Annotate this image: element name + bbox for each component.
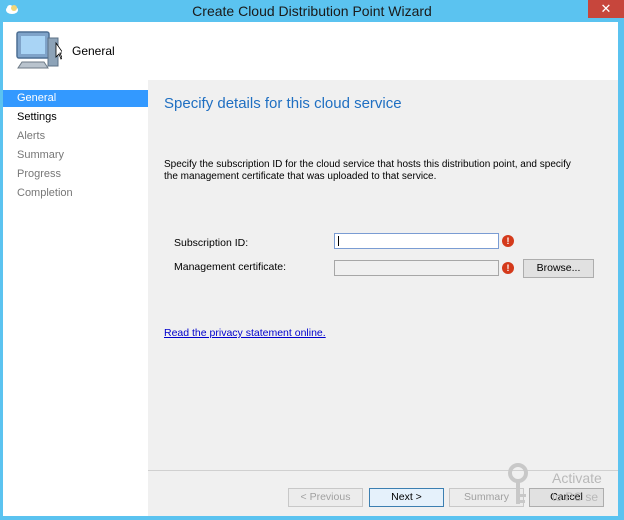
management-certificate-label: Management certificate:	[174, 261, 287, 273]
wizard-window: Create Cloud Distribution Point Wizard ✕…	[0, 0, 624, 520]
browse-button[interactable]: Browse...	[523, 259, 594, 278]
nav-item-summary: Summary	[17, 149, 65, 161]
nav-item-general[interactable]: General	[3, 90, 148, 107]
wizard-content: Specify details for this cloud service S…	[148, 80, 618, 516]
subscription-id-input[interactable]	[334, 233, 499, 249]
footer-divider	[148, 470, 618, 471]
activation-watermark-title: Activate	[552, 470, 602, 486]
next-button[interactable]: Next >	[369, 488, 444, 507]
page-heading: Specify details for this cloud service	[164, 95, 402, 112]
computer-monitor-icon	[16, 31, 62, 69]
close-icon: ✕	[600, 1, 612, 16]
previous-button[interactable]: < Previous	[288, 488, 363, 507]
privacy-statement-link[interactable]: Read the privacy statement online.	[164, 327, 326, 339]
page-description: Specify the subscription ID for the clou…	[164, 159, 571, 182]
wizard-nav: General Settings Alerts Summary Progress…	[3, 80, 148, 516]
key-watermark-icon	[508, 463, 528, 504]
close-button[interactable]: ✕	[588, 0, 624, 18]
wizard-header: General	[3, 22, 618, 80]
activation-watermark-subtitle: to PC se	[552, 490, 599, 504]
subscription-error-icon: !	[502, 235, 514, 247]
text-caret	[338, 236, 339, 246]
header-page-title: General	[72, 44, 115, 58]
nav-item-progress: Progress	[17, 168, 62, 180]
nav-item-settings[interactable]: Settings	[3, 109, 148, 126]
nav-item-completion: Completion	[17, 187, 73, 199]
nav-item-alerts: Alerts	[17, 130, 46, 142]
window-title: Create Cloud Distribution Point Wizard	[192, 3, 432, 19]
management-certificate-input[interactable]	[334, 260, 499, 276]
certificate-error-icon: !	[502, 262, 514, 274]
subscription-id-label: Subscription ID:	[174, 237, 249, 249]
title-bar[interactable]: Create Cloud Distribution Point Wizard ✕	[0, 0, 624, 22]
